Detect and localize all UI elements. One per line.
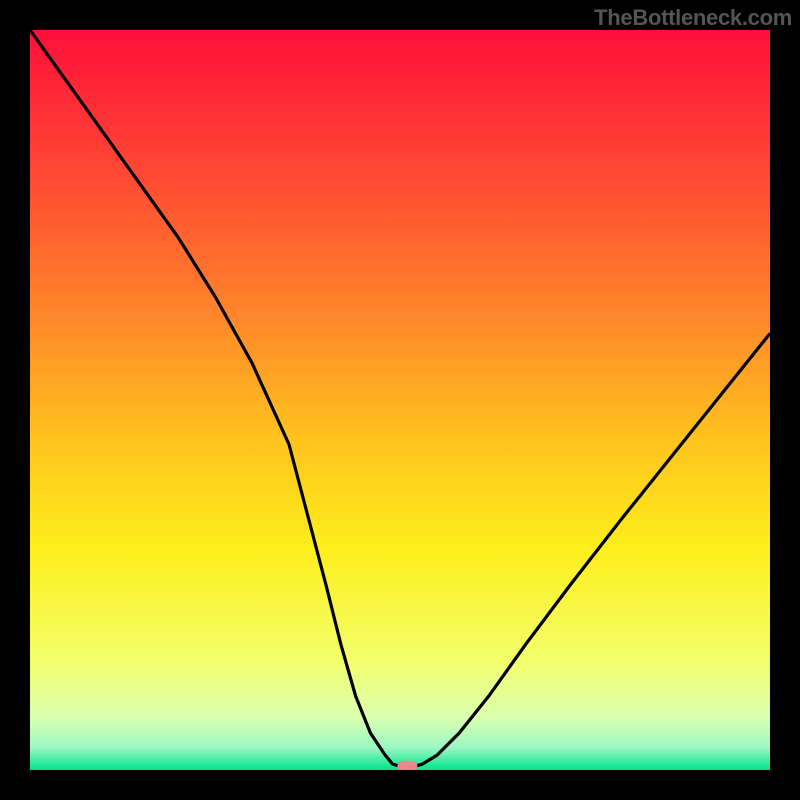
plot-area bbox=[30, 30, 770, 770]
chart-svg bbox=[30, 30, 770, 770]
watermark-text: TheBottleneck.com bbox=[594, 5, 792, 31]
chart-frame: TheBottleneck.com bbox=[0, 0, 800, 800]
gradient-background bbox=[30, 30, 770, 770]
optimal-marker bbox=[397, 761, 417, 770]
